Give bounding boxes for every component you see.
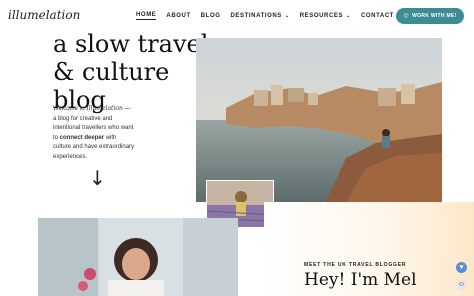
nav-item-destinations[interactable]: DESTINATIONS ⌄ [230, 12, 289, 20]
nav-item-blog[interactable]: BLOG [201, 12, 221, 20]
intro-brand: Illumelation [86, 105, 123, 112]
nav-item-home[interactable]: HOME [136, 12, 157, 20]
site-logo[interactable]: illumelation [8, 8, 80, 22]
about-heading: Hey! I'm Mel [304, 270, 417, 290]
hero-intro: Welcome to Illumelation — a blog for cre… [53, 104, 135, 162]
hero-title: a slow travel & culture blog [53, 30, 209, 114]
heart-icon: ♡ [403, 13, 410, 20]
nav-label-destinations: DESTINATIONS [230, 13, 282, 19]
intro-prefix: Welcome to [53, 106, 87, 112]
accessibility-icon[interactable]: ☺ [456, 279, 467, 290]
nav-item-resources[interactable]: RESOURCES ⌄ [300, 12, 351, 20]
main-nav: HOME ABOUT BLOG DESTINATIONS ⌄ RESOURCES… [136, 12, 402, 20]
nav-item-about[interactable]: ABOUT [166, 12, 190, 20]
arrow-down-icon[interactable]: ↓ [89, 166, 106, 190]
cta-label: WORK WITH ME! [412, 13, 457, 19]
chevron-down-icon: ⌄ [346, 13, 351, 19]
coastal-town-photo [196, 38, 442, 202]
intro-bold: connect deeper [59, 134, 105, 141]
nav-label-contact: CONTACT [360, 13, 395, 19]
mel-portrait-photo [38, 218, 238, 296]
about-eyebrow: MEET THE UK TRAVEL BLOGGER [304, 262, 407, 268]
nav-label-resources: RESOURCES [299, 13, 344, 19]
heart-icon[interactable]: ♥ [456, 262, 467, 273]
chevron-down-icon: ⌄ [284, 13, 290, 19]
work-with-me-button[interactable]: ♡ WORK WITH ME! [396, 8, 464, 24]
